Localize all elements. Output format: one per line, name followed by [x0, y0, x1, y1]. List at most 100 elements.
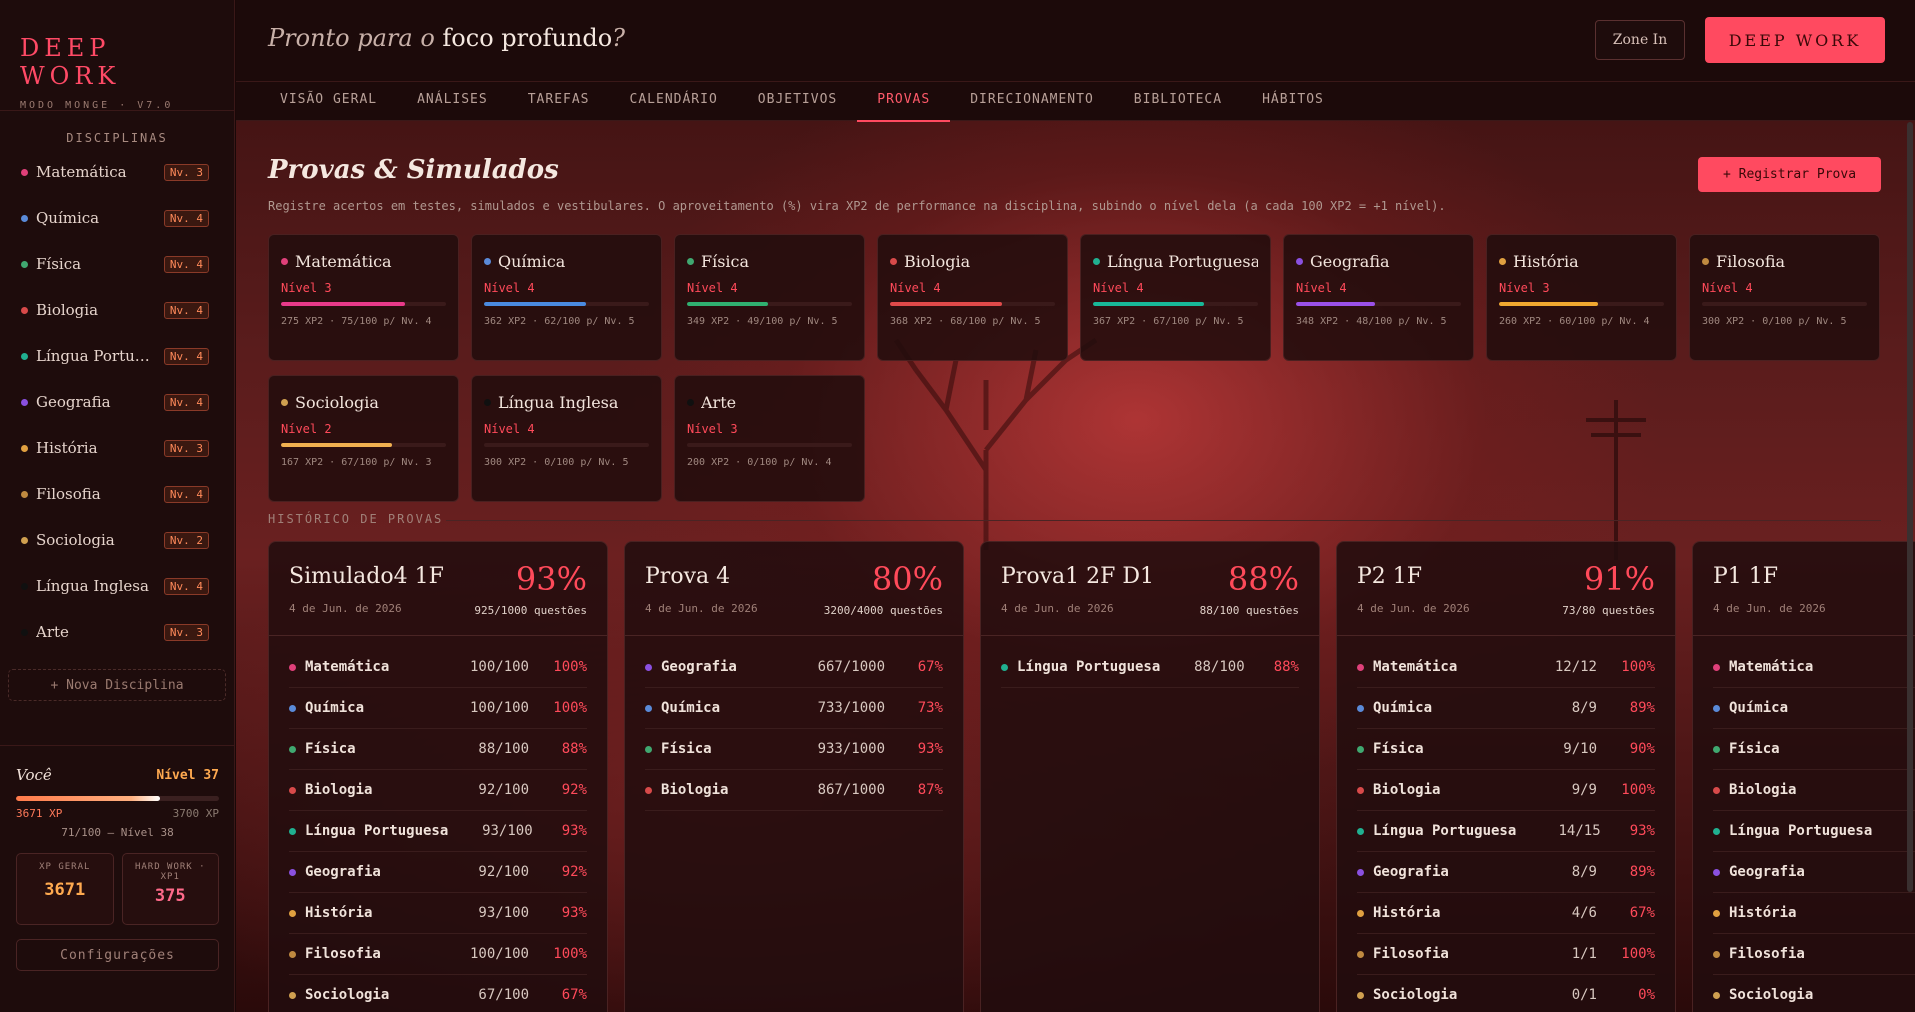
exam-subject-row: História [1713, 893, 1915, 934]
greeting: Pronto para o foco profundo? [268, 24, 625, 52]
discipline-level-badge: Nv. 4 [163, 393, 209, 411]
exam-subject-name: Química [1373, 700, 1433, 716]
discipline-name: Arte [36, 623, 69, 641]
exam-card[interactable]: P1 1F 4 de Jun. de 2026 Matemática Química F… [1692, 541, 1915, 1012]
exam-subject-percent: 73% [917, 700, 943, 716]
exam-subject-percent: 100% [553, 659, 587, 675]
subject-name: Arte [701, 393, 737, 412]
subject-card[interactable]: Biologia Nível 4 368 XP2 · 68/100 p/ Nv. 5 [877, 234, 1068, 361]
sidebar-discipline-item[interactable]: Geografia Nv. 4 [0, 379, 234, 425]
exam-subject-name: Sociologia [305, 987, 390, 1003]
discipline-name: Língua Portug... [36, 347, 154, 365]
sidebar-discipline-item[interactable]: Filosofia Nv. 4 [0, 471, 234, 517]
exam-title: Simulado4 1F [289, 564, 444, 589]
exam-subject-name: História [305, 905, 373, 921]
sidebar-discipline-item[interactable]: Sociologia Nv. 2 [0, 517, 234, 563]
subject-card[interactable]: Geografia Nível 4 348 XP2 · 48/100 p/ Nv. … [1283, 234, 1474, 361]
exam-card[interactable]: Prova 4 4 de Jun. de 2026 80% 3200/4000 que… [624, 541, 964, 1012]
subject-card-header: Sociologia [281, 393, 446, 412]
exam-subject-name: Física [305, 741, 356, 757]
exam-subject-percent: 100% [1621, 782, 1655, 798]
settings-button[interactable]: Configurações [16, 939, 219, 971]
exam-subject-percent: 88% [1273, 659, 1299, 675]
exam-card[interactable]: Prova1 2F D1 4 de Jun. de 2026 88% 88/100 q… [980, 541, 1320, 1012]
exam-subject-score: 933/1000 [817, 741, 885, 757]
exam-subject-dot-icon [289, 745, 296, 753]
subject-card[interactable]: Língua Inglesa Nível 4 300 XP2 · 0/100 p/ … [471, 375, 662, 502]
user-next-level: 71/100 — Nível 38 [61, 826, 174, 839]
exam-card-header: Prova1 2F D1 4 de Jun. de 2026 88% 88/100 q… [981, 542, 1319, 636]
exam-subject-row: Química 733/1000 73% [645, 688, 943, 729]
exam-subject-name: História [1729, 905, 1797, 921]
sidebar-discipline-item[interactable]: Física Nv. 4 [0, 241, 234, 287]
exam-subject-row: Língua Portuguesa [1713, 811, 1915, 852]
exam-questions: 73/80 questões [1562, 604, 1655, 617]
exam-percent: 91% [1583, 560, 1655, 598]
exam-subject-percent: 92% [561, 864, 587, 880]
exam-subject-percent: 89% [1629, 700, 1655, 716]
subject-card[interactable]: Língua Portuguesa Nível 4 367 XP2 · 67/100… [1080, 234, 1271, 361]
sidebar-discipline-item[interactable]: Química Nv. 4 [0, 195, 234, 241]
subject-name: Língua Inglesa [498, 393, 619, 412]
sidebar-discipline-item[interactable]: História Nv. 3 [0, 425, 234, 471]
subject-card[interactable]: História Nível 3 260 XP2 · 60/100 p/ Nv. 4 [1486, 234, 1677, 361]
exam-subject-dot-icon [1357, 909, 1364, 917]
tab-objetivos[interactable]: OBJETIVOS [738, 82, 857, 121]
exam-subject-score: 100/100 [469, 659, 529, 675]
deep-work-button[interactable]: DEEP WORK [1705, 17, 1885, 63]
subject-card[interactable]: Química Nível 4 362 XP2 · 62/100 p/ Nv. 5 [471, 234, 662, 361]
exam-subject-score: 9/9 [1571, 782, 1597, 798]
exam-subject-row: Sociologia 0/1 0% [1357, 975, 1655, 1012]
subject-progress-fill [484, 302, 587, 306]
tab-tarefas[interactable]: TAREFAS [508, 82, 610, 121]
subject-level: Nível 4 [687, 281, 738, 295]
exam-subject-row: Geografia 8/9 89% [1357, 852, 1655, 893]
subject-card[interactable]: Sociologia Nível 2 167 XP2 · 67/100 p/ Nv.… [268, 375, 459, 502]
exam-subject-dot-icon [289, 909, 296, 917]
tab-biblioteca[interactable]: BIBLIOTECA [1114, 82, 1242, 121]
subject-card[interactable]: Filosofia Nível 4 300 XP2 · 0/100 p/ Nv. 5 [1689, 234, 1880, 361]
exam-subject-percent: 93% [561, 905, 587, 921]
exam-subject-row: Geografia [1713, 852, 1915, 893]
tab-direcionamento[interactable]: DIRECIONAMENTO [950, 82, 1114, 121]
exam-subject-dot-icon [289, 827, 296, 835]
scrollbar[interactable] [1907, 122, 1913, 892]
sidebar-discipline-item[interactable]: Língua Inglesa Nv. 4 [0, 563, 234, 609]
exam-subject-row: Língua Portuguesa 93/100 93% [289, 811, 587, 852]
subject-card[interactable]: Física Nível 4 349 XP2 · 49/100 p/ Nv. 5 [674, 234, 865, 361]
exam-subject-name: Geografia [305, 864, 381, 880]
exam-card[interactable]: P2 1F 4 de Jun. de 2026 91% 73/80 questões M… [1336, 541, 1676, 1012]
exam-title: P2 1F [1357, 564, 1423, 589]
subject-xp-info: 300 XP2 · 0/100 p/ Nv. 5 [1702, 316, 1847, 327]
subject-card[interactable]: Matemática Nível 3 275 XP2 · 75/100 p/ Nv.… [268, 234, 459, 361]
discipline-name: Filosofia [36, 485, 101, 503]
subject-dot-icon [281, 399, 288, 406]
exam-subject-dot-icon [1713, 704, 1720, 712]
sidebar-discipline-item[interactable]: Arte Nv. 3 [0, 609, 234, 655]
exam-subject-score: 9/10 [1563, 741, 1597, 757]
tab-habitos[interactable]: HÁBITOS [1242, 82, 1344, 121]
zone-in-button[interactable]: Zone In [1595, 20, 1685, 60]
tab-provas[interactable]: PROVAS [857, 82, 951, 122]
tab-calendario[interactable]: CALENDÁRIO [610, 82, 738, 121]
sidebar-discipline-item[interactable]: Biologia Nv. 4 [0, 287, 234, 333]
subject-progress-bar [890, 302, 1055, 306]
exam-title: Prova 4 [645, 564, 731, 589]
exam-subject-row: Filosofia [1713, 934, 1915, 975]
sidebar-discipline-item[interactable]: Matemática Nv. 3 [0, 149, 234, 195]
subject-progress-fill [890, 302, 1003, 306]
register-exam-button[interactable]: + Registrar Prova [1698, 157, 1881, 192]
discipline-name: Geografia [36, 393, 111, 411]
exam-subject-name: Química [1729, 700, 1789, 716]
subject-xp-info: 362 XP2 · 62/100 p/ Nv. 5 [484, 316, 635, 327]
discipline-name: Biologia [36, 301, 99, 319]
subject-card[interactable]: Arte Nível 3 200 XP2 · 0/100 p/ Nv. 4 [674, 375, 865, 502]
exam-card[interactable]: Simulado4 1F 4 de Jun. de 2026 93% 925/1000… [268, 541, 608, 1012]
tab-visao-geral[interactable]: VISÃO GERAL [260, 82, 397, 121]
sidebar-discipline-item[interactable]: Língua Portug... Nv. 4 [0, 333, 234, 379]
exam-questions: 88/100 questões [1199, 604, 1299, 617]
new-discipline-button[interactable]: + Nova Disciplina [8, 669, 226, 701]
tab-analises[interactable]: ANÁLISES [397, 82, 508, 121]
exam-subject-row: Matemática 12/12 100% [1357, 647, 1655, 688]
subject-dot-icon [484, 258, 491, 265]
